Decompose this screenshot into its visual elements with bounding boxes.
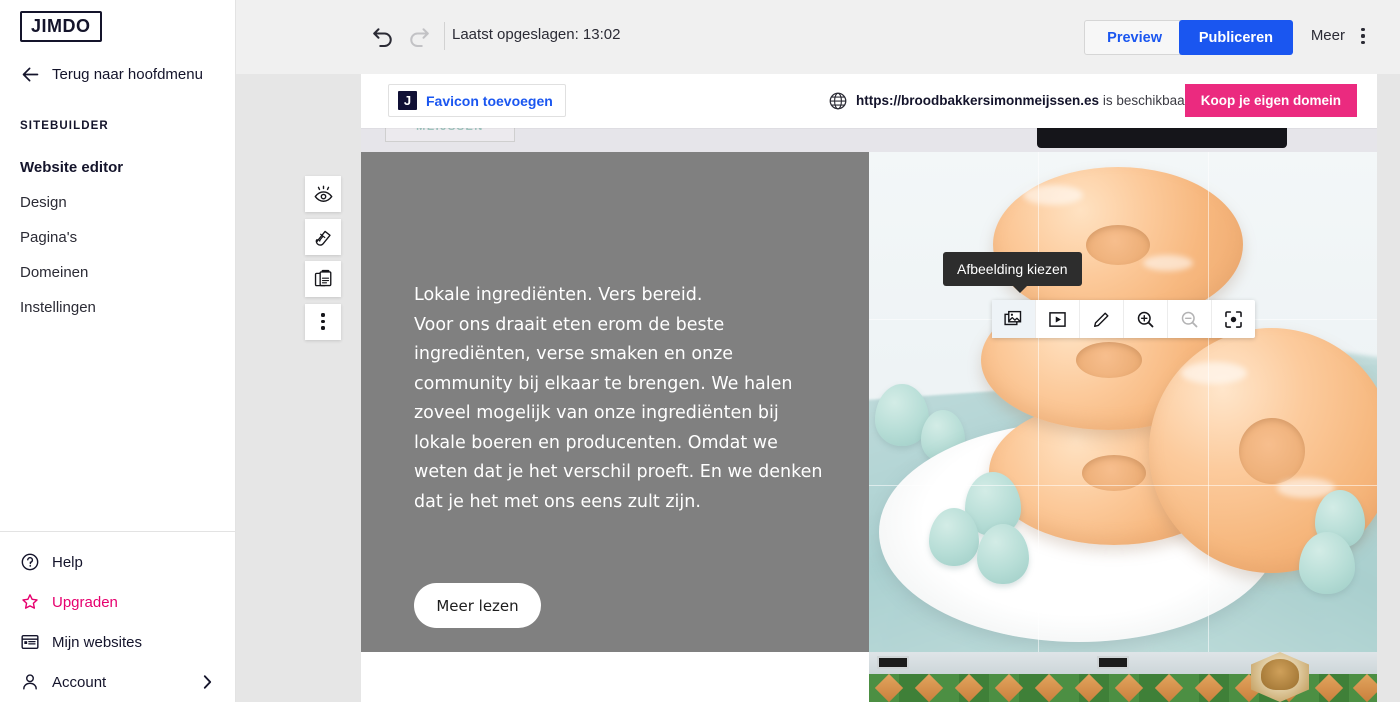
- block-style-button[interactable]: [305, 218, 341, 255]
- add-favicon-button[interactable]: J Favicon toevoegen: [388, 84, 566, 117]
- more-menu-label[interactable]: Meer: [1311, 27, 1345, 44]
- sidebar-item-paginas[interactable]: Pagina's: [0, 220, 236, 255]
- content-section: Lokale ingrediënten. Vers bereid. Voor o…: [361, 152, 1377, 652]
- sidebar-nav: Website editor Design Pagina's Domeinen …: [0, 150, 236, 325]
- undo-arrow-icon: [373, 28, 392, 47]
- sidebar-item-upgraden[interactable]: Upgraden: [0, 582, 236, 622]
- sidebar-bottom-nav: Help Upgraden Mijn websites Account: [0, 542, 236, 702]
- logo-text: JIMDO: [31, 16, 91, 36]
- image-picker-icon: [1004, 310, 1022, 325]
- logo-box: JIMDO: [20, 11, 102, 42]
- duplicate-block-button[interactable]: [305, 261, 341, 297]
- color-palette-icon: [315, 230, 331, 246]
- eye-hide-icon: [314, 185, 332, 202]
- crop-guide-vertical-1: [1038, 152, 1039, 652]
- sidebar-item-mijn-websites[interactable]: Mijn websites: [0, 622, 236, 662]
- kebab-menu-icon: [321, 313, 325, 330]
- edit-image-button[interactable]: [1080, 300, 1123, 338]
- meer-lezen-button[interactable]: Meer lezen: [414, 583, 541, 628]
- sidebar-item-domeinen[interactable]: Domeinen: [0, 255, 236, 290]
- toolbar-divider: [444, 22, 445, 50]
- sidebar-item-account[interactable]: Account: [0, 662, 236, 702]
- undo-button[interactable]: [366, 22, 396, 52]
- zoom-in-icon: [1137, 311, 1154, 327]
- add-video-button[interactable]: [1036, 300, 1079, 338]
- focus-point-icon: [1225, 310, 1242, 328]
- redo-button[interactable]: [406, 22, 436, 52]
- donuts-photo: [869, 152, 1377, 652]
- last-saved-text: Laatst opgeslagen: 13:02: [452, 26, 621, 43]
- text-column[interactable]: Lokale ingrediënten. Vers bereid. Voor o…: [361, 152, 869, 652]
- image-toolbar: [992, 300, 1255, 338]
- star-icon: [22, 594, 38, 609]
- section-text: Lokale ingrediënten. Vers bereid. Voor o…: [414, 281, 826, 518]
- sidebar-item-website-editor[interactable]: Website editor: [0, 150, 236, 185]
- publish-button[interactable]: Publiceren: [1178, 20, 1293, 55]
- sidebar-divider: [0, 531, 236, 532]
- zoom-out-button[interactable]: [1168, 300, 1211, 338]
- kebab-menu-icon[interactable]: [1354, 24, 1372, 48]
- sidebar-item-instellingen[interactable]: Instellingen: [0, 290, 236, 325]
- notification-bar: J Favicon toevoegen https://broodbakkers…: [361, 74, 1377, 128]
- hide-block-button[interactable]: [305, 176, 341, 212]
- storefront-photo: [869, 652, 1377, 702]
- domain-suffix: is beschikbaar!: [1099, 93, 1193, 108]
- arrow-left-icon: [22, 67, 39, 82]
- domain-name: https://broodbakkersimonmeijssen.es: [856, 93, 1100, 108]
- website-canvas[interactable]: MEIJSSEN Lokale ingrediënten. Vers berei…: [361, 74, 1377, 702]
- back-to-main-menu-button[interactable]: Terug naar hoofdmenu: [20, 64, 203, 85]
- block-more-options-button[interactable]: [305, 303, 341, 340]
- back-label: Terug naar hoofdmenu: [52, 66, 203, 83]
- buy-domain-button[interactable]: Koop je eigen domein: [1184, 84, 1357, 117]
- crop-guide-horizontal-2: [869, 485, 1377, 486]
- zoom-in-button[interactable]: [1124, 300, 1167, 338]
- zoom-out-icon: [1181, 311, 1198, 327]
- jimdo-logo[interactable]: JIMDO: [20, 11, 102, 42]
- image-column[interactable]: [869, 152, 1377, 652]
- pencil-icon: [1093, 312, 1109, 327]
- chevron-right-icon: [203, 675, 212, 689]
- duplicate-icon: [314, 269, 331, 286]
- video-icon: [1049, 311, 1066, 327]
- preview-button[interactable]: Preview: [1084, 20, 1185, 55]
- redo-arrow-icon: [410, 28, 429, 47]
- section-body: Voor ons draait eten erom de beste ingre…: [414, 314, 823, 512]
- top-toolbar: Laatst opgeslagen: 13:02 Preview Publice…: [236, 0, 1400, 74]
- add-favicon-label: Favicon toevoegen: [426, 92, 553, 109]
- person-icon: [23, 674, 37, 690]
- crop-guide-vertical-2: [1208, 152, 1209, 652]
- sidebar-bottom-label-mijn-websites: Mijn websites: [52, 633, 143, 651]
- image-toolbar-tooltip: Afbeelding kiezen: [943, 252, 1082, 293]
- sidebar: JIMDO Terug naar hoofdmenu SITEBUILDER W…: [0, 0, 236, 702]
- browser-window-icon: [21, 634, 39, 650]
- set-focus-point-button[interactable]: [1212, 300, 1255, 338]
- choose-image-button[interactable]: [992, 300, 1035, 338]
- sidebar-bottom-label-help: Help: [52, 553, 83, 571]
- block-toolbar: [305, 176, 341, 340]
- sidebar-section-sitebuilder: SITEBUILDER: [20, 120, 109, 132]
- sidebar-item-help[interactable]: Help: [0, 542, 236, 582]
- globe-icon: [829, 92, 847, 110]
- canvas-bottom-left: [361, 652, 869, 702]
- sidebar-bottom-label-upgraden: Upgraden: [52, 593, 118, 611]
- sidebar-bottom-label-account: Account: [52, 673, 107, 691]
- sidebar-item-design[interactable]: Design: [0, 185, 236, 220]
- section-heading: Lokale ingrediënten. Vers bereid.: [414, 285, 703, 305]
- favicon-badge: J: [398, 91, 417, 110]
- domain-availability-text: https://broodbakkersimonmeijssen.es is b…: [856, 93, 1193, 108]
- question-circle-icon: [21, 553, 39, 571]
